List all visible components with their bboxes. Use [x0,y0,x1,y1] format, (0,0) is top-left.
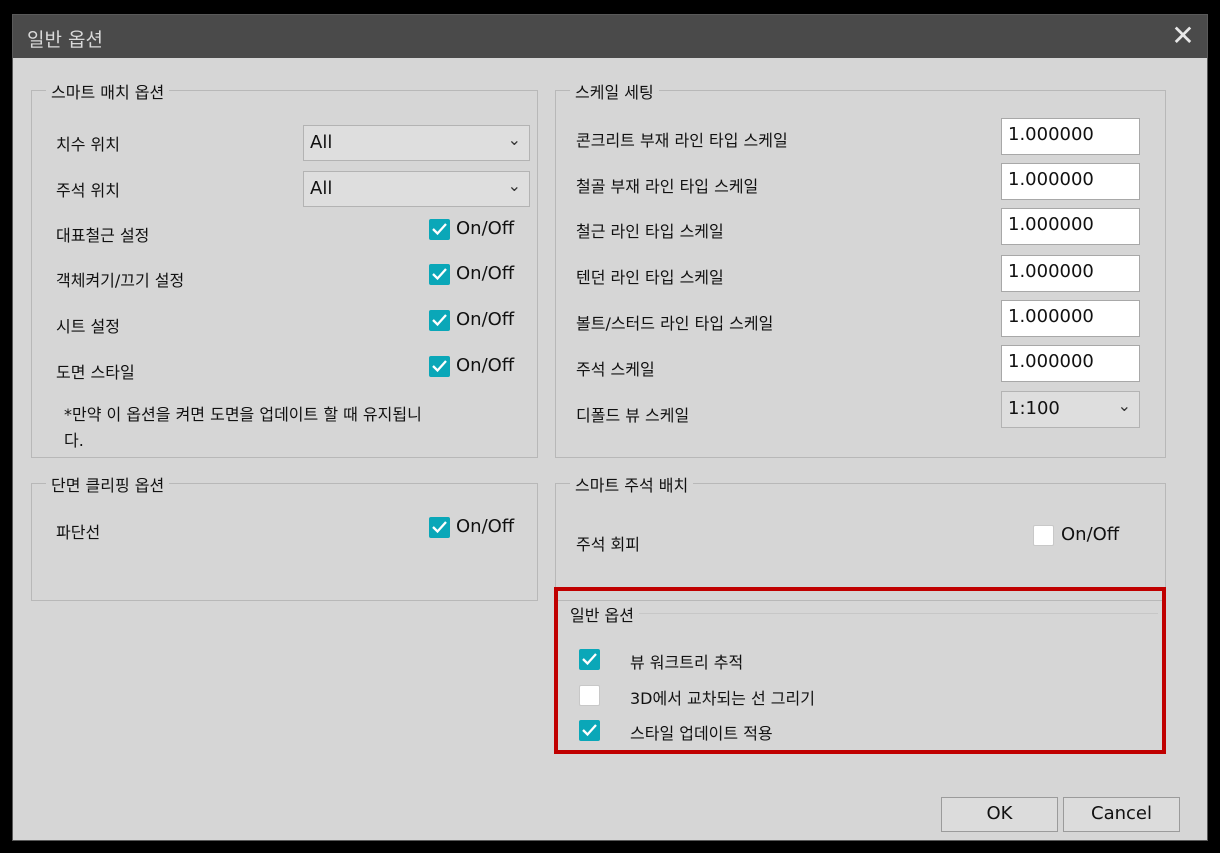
scale-settings-legend: 스케일 세팅 [570,79,659,103]
rebar-scale-input[interactable]: 1.000000 [1001,208,1140,245]
smart-note-group: 스마트 주석 배치 주석 회피 On/Off [555,472,1166,601]
chevron-down-icon: ⌄ [1117,396,1131,415]
concrete-scale-input[interactable]: 1.000000 [1001,118,1140,155]
break-line-checkbox[interactable] [429,517,450,538]
note-avoid-label: 주석 회피 [576,535,640,554]
dim-position-select[interactable]: All ⌄ [303,125,530,161]
note-position-select[interactable]: All ⌄ [303,171,530,207]
note-avoid-toggle-label: On/Off [1061,524,1120,545]
dim-position-label: 치수 위치 [56,135,120,154]
smart-match-legend: 스마트 매치 옵션 [46,79,170,103]
highlight-box [554,587,1166,754]
dim-position-value: All [310,132,333,153]
bolt-scale-label: 볼트/스터드 라인 타입 스케일 [576,314,774,333]
drawing-style-toggle-label: On/Off [456,355,515,376]
tendon-scale-label: 텐던 라인 타입 스케일 [576,268,724,287]
default-view-scale-label: 디폴드 뷰 스케일 [576,406,690,425]
drawing-style-label: 도면 스타일 [56,363,135,382]
rebar-scale-label: 철근 라인 타입 스케일 [576,222,724,241]
break-line-label: 파단선 [56,523,101,542]
default-view-scale-select[interactable]: 1:100 ⌄ [1001,391,1140,428]
ok-button[interactable]: OK [941,797,1058,832]
chevron-down-icon: ⌄ [507,130,521,149]
sheet-settings-label: 시트 설정 [56,317,120,336]
cancel-button[interactable]: Cancel [1063,797,1180,832]
note-position-value: All [310,178,333,199]
steel-scale-input[interactable]: 1.000000 [1001,163,1140,200]
note-line1: *만약 이 옵션을 켜면 도면을 업데이트 할 때 유지됩니 [64,405,422,424]
object-onoff-toggle-label: On/Off [456,263,515,284]
break-line-toggle-label: On/Off [456,516,515,537]
annotation-scale-input[interactable]: 1.000000 [1001,345,1140,382]
annotation-scale-label: 주석 스케일 [576,360,655,379]
checkmark-icon [432,223,447,236]
tendon-scale-input[interactable]: 1.000000 [1001,255,1140,292]
sheet-settings-toggle-label: On/Off [456,309,515,330]
smart-match-group: 스마트 매치 옵션 치수 위치 All ⌄ 주석 위치 All ⌄ 대표철근 설… [31,79,538,458]
rep-rebar-toggle-label: On/Off [456,218,515,239]
general-options-dialog: 일반 옵션 ✕ 스마트 매치 옵션 치수 위치 All ⌄ 주석 위치 All … [12,14,1208,841]
note-avoid-checkbox[interactable] [1033,525,1054,546]
rep-rebar-label: 대표철근 설정 [56,226,150,245]
sheet-settings-checkbox[interactable] [429,310,450,331]
checkmark-icon [432,268,447,281]
checkmark-icon [432,521,447,534]
object-onoff-checkbox[interactable] [429,264,450,285]
close-icon[interactable]: ✕ [1167,21,1199,53]
note-position-label: 주석 위치 [56,181,120,200]
smart-note-legend: 스마트 주석 배치 [570,472,694,496]
bolt-scale-input[interactable]: 1.000000 [1001,300,1140,337]
note-line2: 다. [64,431,84,450]
concrete-scale-label: 콘크리트 부재 라인 타입 스케일 [576,131,788,150]
window-title: 일반 옵션 [27,29,103,51]
checkmark-icon [432,360,447,373]
default-view-scale-value: 1:100 [1008,398,1060,419]
rep-rebar-checkbox[interactable] [429,219,450,240]
section-clip-group: 단면 클리핑 옵션 파단선 On/Off [31,472,538,601]
section-clip-legend: 단면 클리핑 옵션 [46,472,170,496]
object-onoff-label: 객체켜기/끄기 설정 [56,271,185,290]
steel-scale-label: 철골 부재 라인 타입 스케일 [576,177,759,196]
chevron-down-icon: ⌄ [507,176,521,195]
drawing-style-checkbox[interactable] [429,356,450,377]
title-bar: 일반 옵션 ✕ [13,15,1207,58]
checkmark-icon [432,314,447,327]
scale-settings-group: 스케일 세팅 콘크리트 부재 라인 타입 스케일 1.000000 철골 부재 … [555,79,1166,458]
